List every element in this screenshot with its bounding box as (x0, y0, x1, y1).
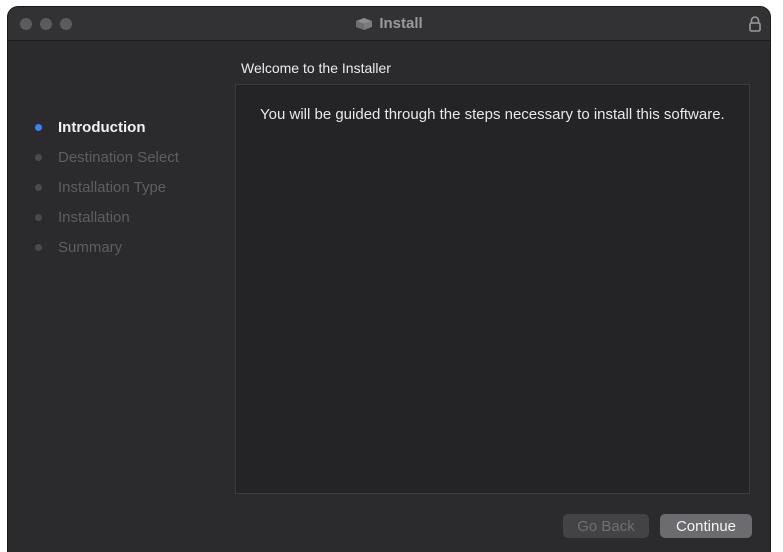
page-heading: Welcome to the Installer (241, 60, 391, 76)
installer-steps: Introduction Destination Select Installa… (26, 112, 236, 262)
step-installation: Installation (26, 202, 236, 232)
content-panel: You will be guided through the steps nec… (235, 84, 750, 494)
step-destination-select: Destination Select (26, 142, 236, 172)
step-summary: Summary (26, 232, 236, 262)
step-label: Introduction (58, 118, 146, 136)
step-indicator-dot (35, 213, 42, 221)
step-label: Installation (58, 208, 130, 226)
window-title-group: Install (8, 7, 770, 40)
step-indicator-dot (35, 243, 42, 251)
step-label: Summary (58, 238, 123, 256)
go-back-button[interactable]: Go Back (563, 514, 649, 538)
continue-button[interactable]: Continue (660, 514, 752, 538)
step-label: Destination Select (58, 148, 179, 166)
step-introduction: Introduction (26, 112, 236, 142)
step-indicator-dot (35, 123, 42, 131)
intro-text: You will be guided through the steps nec… (260, 106, 725, 123)
title-bar[interactable]: Install (8, 7, 770, 41)
package-icon (355, 17, 373, 31)
step-indicator-dot (35, 183, 42, 191)
step-installation-type: Installation Type (26, 172, 236, 202)
window-title: Install (379, 15, 423, 32)
step-label: Installation Type (58, 178, 167, 196)
installer-window: Install Welcome to the Installer Introdu… (8, 7, 770, 552)
step-indicator-dot (35, 153, 42, 161)
lock-icon[interactable] (748, 15, 762, 33)
